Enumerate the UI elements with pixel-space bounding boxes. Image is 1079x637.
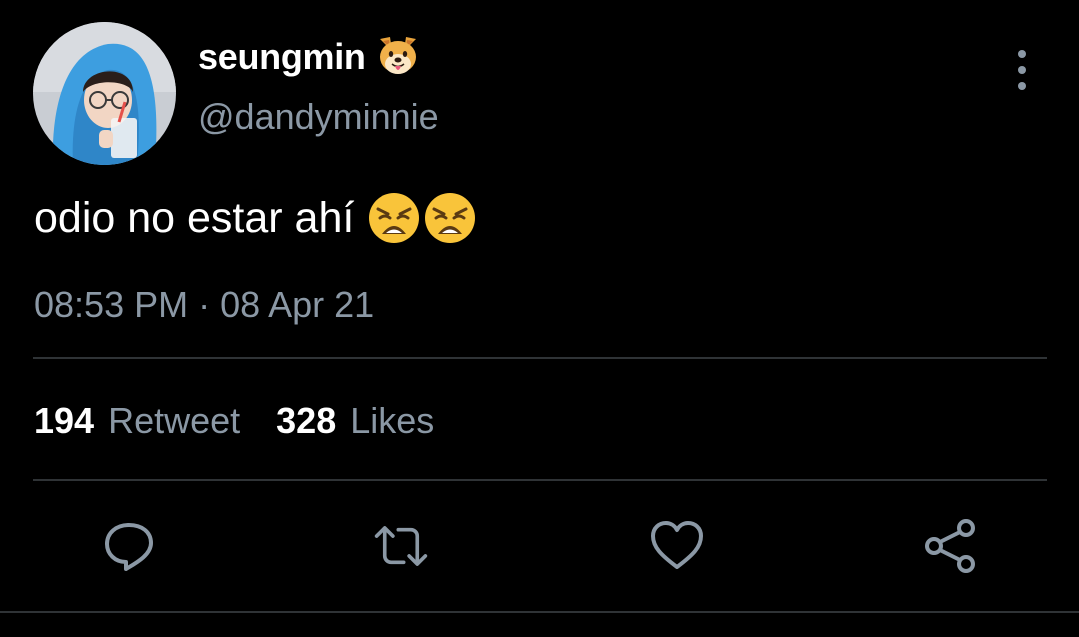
more-dot-icon xyxy=(1018,50,1026,58)
retweet-label[interactable]: Retweet xyxy=(108,400,240,442)
divider xyxy=(33,479,1047,481)
more-options-button[interactable] xyxy=(1004,50,1040,90)
weary-face-icon xyxy=(369,193,420,243)
divider xyxy=(33,357,1047,359)
like-button[interactable] xyxy=(649,518,705,574)
tweet-card: seungmin @dandyminnie odio no estar ahí … xyxy=(0,0,1079,637)
avatar[interactable] xyxy=(33,22,176,165)
display-name-row: seungmin xyxy=(198,34,420,80)
share-icon xyxy=(925,519,975,573)
dog-face-icon xyxy=(376,33,420,82)
tweet-text: odio no estar ahí xyxy=(34,193,355,242)
emoji-group xyxy=(368,192,476,244)
avatar-image xyxy=(33,22,176,165)
display-name[interactable]: seungmin xyxy=(198,36,366,78)
engagement-stats: 194 Retweet 328 Likes xyxy=(34,400,434,442)
tweet-body: odio no estar ahí xyxy=(34,188,476,248)
retweet-icon xyxy=(374,526,428,566)
user-handle[interactable]: @dandyminnie xyxy=(198,96,439,138)
like-count[interactable]: 328 xyxy=(276,400,336,442)
divider xyxy=(0,611,1079,613)
share-button[interactable] xyxy=(922,518,978,574)
retweet-count[interactable]: 194 xyxy=(34,400,94,442)
reply-icon xyxy=(105,523,153,571)
more-dot-icon xyxy=(1018,66,1026,74)
tweet-timestamp[interactable]: 08:53 PM · 08 Apr 21 xyxy=(34,284,374,326)
retweet-button[interactable] xyxy=(373,518,429,574)
heart-icon xyxy=(651,521,703,569)
weary-face-icon xyxy=(425,193,476,243)
reply-button[interactable] xyxy=(101,518,157,574)
like-label[interactable]: Likes xyxy=(350,400,434,442)
more-dot-icon xyxy=(1018,82,1026,90)
